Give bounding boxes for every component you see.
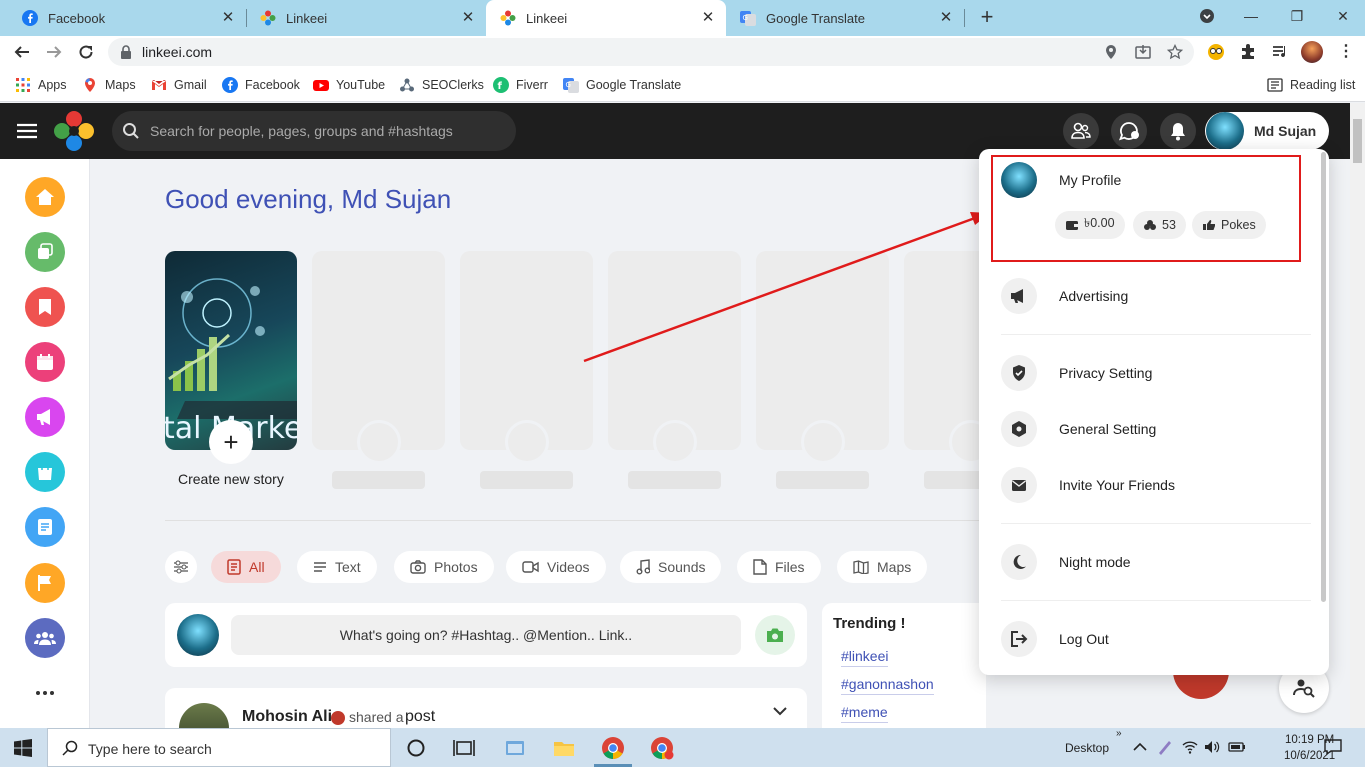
menu-item-invite-friends[interactable]: Invite Your Friends [1001,467,1311,503]
menu-item-label: Privacy Setting [1059,365,1153,381]
shield-check-icon [1013,365,1025,381]
menu-item-privacy-setting[interactable]: Privacy Setting [1001,355,1311,391]
menu-item-label: General Setting [1059,421,1157,437]
toolbar-expand-icon[interactable]: » [1116,728,1122,739]
menu-item-label: Invite Your Friends [1059,477,1175,493]
menu-item-label: Advertising [1059,288,1129,304]
battery-icon[interactable] [1228,739,1246,755]
logout-icon [1011,631,1028,647]
menu-item-advertising[interactable]: Advertising [1001,278,1311,314]
windows-taskbar: Type here to search Desktop » 10:19 PM 1… [0,728,1365,767]
menu-item-log-out[interactable]: Log Out [1001,621,1311,657]
notification-center-icon[interactable] [1324,738,1342,756]
chevron-up-icon[interactable] [1131,738,1149,756]
mail-icon [1012,479,1026,491]
pen-icon[interactable] [1156,738,1174,756]
wifi-icon[interactable] [1182,739,1198,755]
chrome-profile-icon[interactable] [650,736,674,760]
app-window-icon[interactable] [503,736,527,760]
megaphone-icon [1011,289,1023,303]
divider [1001,334,1311,335]
divider [1001,523,1311,524]
taskbar-search-label: Type here to search [88,741,212,757]
highlight-box [991,155,1301,262]
menu-scrollbar[interactable] [1321,152,1326,602]
menu-item-night-mode[interactable]: Night mode [1001,544,1311,580]
cortana-icon[interactable] [404,736,428,760]
task-view-icon[interactable] [452,736,476,760]
taskbar-search[interactable]: Type here to search [47,728,391,767]
menu-item-label: Log Out [1059,631,1109,647]
volume-icon[interactable] [1204,739,1220,755]
desktop-toolbar-label[interactable]: Desktop [1065,741,1109,755]
gear-icon [1012,421,1026,437]
moon-icon [1013,554,1026,569]
windows-start-icon[interactable] [14,739,32,757]
chrome-icon[interactable] [601,736,625,760]
divider [1001,600,1311,601]
menu-item-general-setting[interactable]: General Setting [1001,411,1311,447]
search-icon [62,740,78,756]
menu-item-label: Night mode [1059,554,1131,570]
file-explorer-icon[interactable] [552,736,576,760]
